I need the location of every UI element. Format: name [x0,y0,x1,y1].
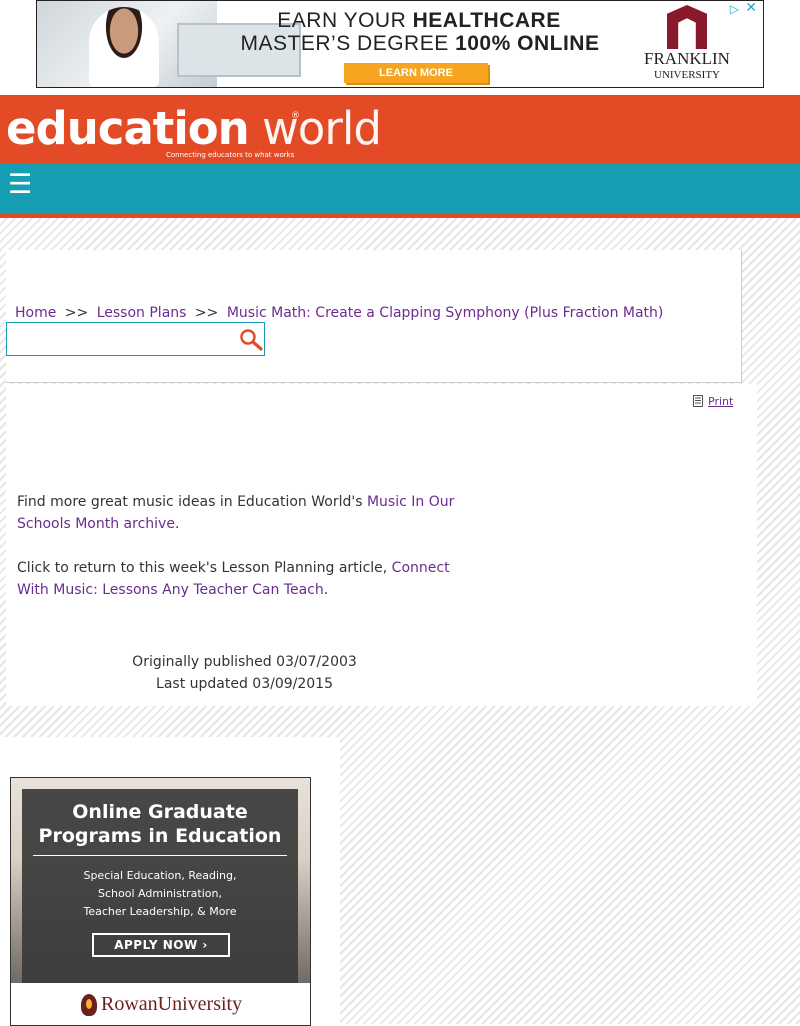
breadcrumb-home[interactable]: Home [15,305,56,321]
search-box [6,322,265,356]
ad-subtitle-line: Special Education, Reading, [83,869,237,882]
published-date: Originally published 03/07/2003 [132,654,357,670]
ad-person-image [89,7,159,87]
paragraph-end: . [323,582,329,598]
breadcrumb-current[interactable]: Music Math: Create a Clapping Symphony (… [227,305,664,321]
rowan-logo-text: RowanUniversity [101,993,243,1015]
logo-registered-mark: ® [291,111,300,121]
breadcrumb-lesson-plans[interactable]: Lesson Plans [97,305,187,321]
breadcrumb-separator: >> [194,305,219,321]
nav-bar: ☰ [0,164,800,214]
search-icon[interactable] [239,328,263,352]
franklin-logo-icon [667,5,707,49]
search-input[interactable] [9,325,233,353]
close-icon[interactable]: ✕ [745,1,757,16]
ad-subtitle: Special Education, Reading, School Admin… [22,867,298,921]
top-ad-area: EARN YOUR HEALTHCARE MASTER’S DEGREE 100… [0,0,800,95]
adchoices-icon[interactable]: ▷ [730,2,739,16]
apply-now-button[interactable]: APPLY NOW › [92,933,230,957]
site-header: education world ® Connecting educators t… [0,95,800,164]
ad-title: Online Graduate Programs in Education [38,801,282,847]
print-icon[interactable] [693,395,703,407]
breadcrumb-separator: >> [64,305,89,321]
logo-tagline: Connecting educators to what works [166,151,295,159]
ad-headline-line1: EARN YOUR HEALTHCARE [277,9,561,32]
ad-divider [33,855,287,856]
music-ideas-paragraph: Find more great music ideas in Education… [17,491,467,535]
rowan-flame-icon [86,999,92,1009]
hamburger-menu-icon[interactable]: ☰ [8,168,32,202]
paragraph-end: . [174,516,180,532]
breadcrumb: Home >> Lesson Plans >> Music Math: Crea… [15,305,663,321]
top-banner-ad[interactable]: EARN YOUR HEALTHCARE MASTER’S DEGREE 100… [36,0,764,88]
rowan-ad[interactable]: Online Graduate Programs in Education Sp… [10,777,311,1026]
ad-headline-line2: MASTER’S DEGREE 100% ONLINE [240,32,600,55]
paragraph-text: Find more great music ideas in Education… [17,494,367,510]
updated-date: Last updated 03/09/2015 [156,676,333,692]
ad-logo-name: FRANKLIN [644,49,730,68]
ad-logo-sub: UNIVERSITY [654,69,720,81]
paragraph-text: Click to return to this week's Lesson Pl… [17,560,392,576]
ad-subtitle-line: Teacher Leadership, & More [83,905,237,918]
site-logo[interactable]: education world [6,101,382,157]
ad-subtitle-line: School Administration, [97,887,222,900]
ad-learn-more-button[interactable]: LEARN MORE [344,63,488,83]
return-paragraph: Click to return to this week's Lesson Pl… [17,557,467,601]
print-link[interactable]: Print [708,395,733,408]
